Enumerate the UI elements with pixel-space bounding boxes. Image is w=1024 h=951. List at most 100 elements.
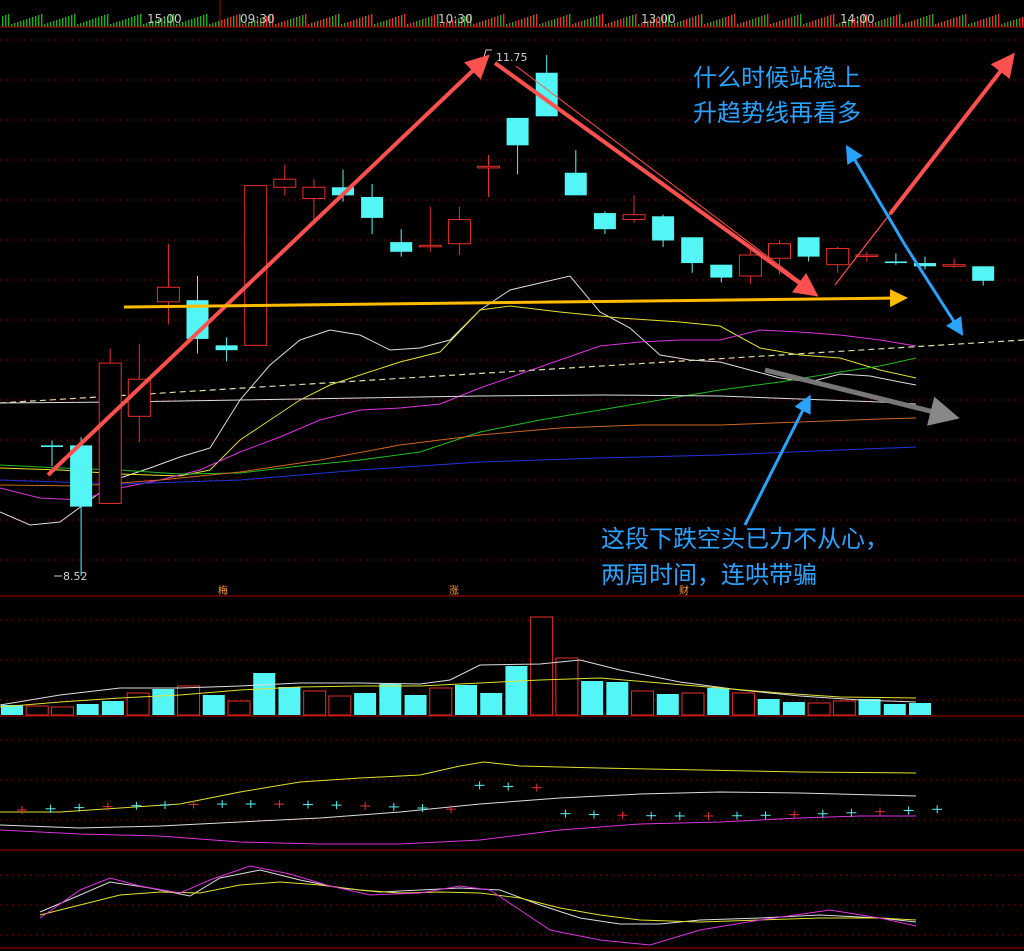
volume-bar <box>101 701 124 715</box>
candle-body-down <box>70 445 93 507</box>
candlesticks <box>41 55 995 576</box>
top-strip-bar <box>587 19 589 27</box>
top-strip-bar <box>971 23 973 27</box>
top-strip-bar <box>980 20 982 27</box>
candle-body-up <box>302 186 326 200</box>
top-strip-bar <box>203 15 205 27</box>
top-strip-bar <box>314 22 316 27</box>
volume-bar <box>50 706 74 716</box>
kdj-line-magenta <box>39 865 917 946</box>
volume-bar <box>858 699 881 715</box>
top-strip-bar <box>602 14 604 27</box>
top-strip-bar <box>53 21 55 27</box>
top-strip-bar <box>389 19 391 27</box>
top-strip-bar <box>290 19 292 27</box>
top-strip-bar <box>707 23 709 27</box>
event-marker-1: 梅 <box>218 584 228 597</box>
top-strip-bar <box>83 22 85 27</box>
top-strip-bar <box>614 21 616 27</box>
volume-bar <box>303 690 327 716</box>
top-strip-bar <box>965 14 967 27</box>
top-strip-bar <box>731 15 733 27</box>
top-strip-bar <box>956 17 958 27</box>
arrow-red-down <box>493 61 819 297</box>
top-strip-bar <box>581 21 583 27</box>
top-strip-bar <box>5 15 7 27</box>
top-strip-bar <box>71 15 73 27</box>
candle-body-down <box>215 345 238 351</box>
top-strip-bar <box>515 21 517 27</box>
top-strip-bar <box>914 20 916 27</box>
top-strip-bar <box>1022 17 1024 27</box>
top-strip-bar <box>524 18 526 27</box>
volume-bar <box>25 705 49 716</box>
top-strip-bar <box>350 21 352 27</box>
top-strip-bar <box>347 22 349 27</box>
top-strip-bar <box>941 22 943 27</box>
top-strip-bar <box>953 18 955 27</box>
top-strip-bar <box>392 18 394 27</box>
top-strip-bar <box>620 19 622 27</box>
volume-bar <box>832 700 856 716</box>
top-strip-bar <box>182 22 184 27</box>
top-strip-bar <box>20 21 22 27</box>
top-strip-bar <box>8 14 10 27</box>
volume-bar <box>581 681 604 715</box>
top-strip-bar <box>296 17 298 27</box>
top-strip-bar <box>779 21 781 27</box>
top-strip-bar <box>206 14 208 27</box>
top-strip-bar <box>551 20 553 27</box>
top-strip-bar <box>320 20 322 27</box>
top-strip-bar <box>923 17 925 27</box>
top-strip-bar <box>788 18 790 27</box>
top-strip-bar <box>701 14 703 27</box>
top-strip-bar <box>629 16 631 27</box>
top-strip-bar <box>827 16 829 27</box>
top-strip-bar <box>713 21 715 27</box>
top-strip-bar <box>365 16 367 27</box>
volume-bar <box>152 689 175 715</box>
top-strip-bar <box>56 20 58 27</box>
top-strip-bar <box>26 19 28 27</box>
top-strip-bar <box>122 20 124 27</box>
top-strip-bar <box>116 22 118 27</box>
top-strip-bar <box>560 17 562 27</box>
top-strip-bar <box>521 19 523 27</box>
top-strip-bar <box>500 15 502 27</box>
top-strip-bar <box>287 20 289 27</box>
top-strip-bar <box>1010 21 1012 27</box>
top-strip-bar <box>335 15 337 27</box>
top-strip-bar <box>395 17 397 27</box>
trend-line-dashed <box>0 339 1024 404</box>
top-strip-bar <box>140 14 142 27</box>
top-strip-bar <box>821 18 823 27</box>
volume-bar <box>909 703 931 715</box>
candle-body-up <box>273 178 297 188</box>
arrow-yellow-horizontal <box>123 289 908 309</box>
volume-bar <box>731 692 755 716</box>
top-strip-bar <box>752 19 754 27</box>
top-strip-bar <box>878 21 880 27</box>
top-strip-bar <box>338 14 340 27</box>
volume-bar <box>227 700 251 716</box>
top-strip-bar <box>626 17 628 27</box>
candle-body-down <box>972 266 995 281</box>
event-marker-2: 涨 <box>449 585 459 597</box>
candle-body-down <box>506 117 529 146</box>
top-strip-bar <box>131 17 133 27</box>
top-strip-bar <box>344 23 346 27</box>
candle-body-down <box>797 237 820 257</box>
top-strip-bar <box>950 19 952 27</box>
top-strip-bar <box>284 21 286 27</box>
candle-body-up <box>244 185 268 346</box>
top-strip-bar <box>299 16 301 27</box>
top-strip-bar <box>611 22 613 27</box>
top-strip-bar <box>791 17 793 27</box>
top-strip-bar <box>98 17 100 27</box>
top-strip-bar <box>368 15 370 27</box>
top-strip-bar <box>596 16 598 27</box>
top-strip-bar <box>599 15 601 27</box>
top-strip-bar <box>554 19 556 27</box>
top-strip-bar <box>497 16 499 27</box>
volume-bar <box>455 685 477 715</box>
